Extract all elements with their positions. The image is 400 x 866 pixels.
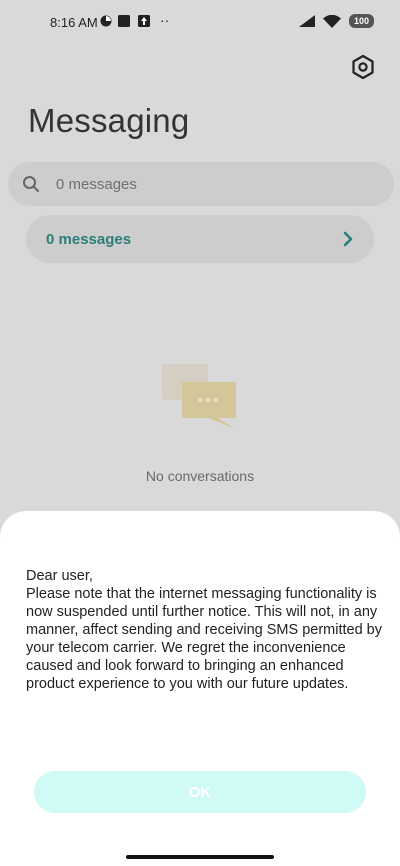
dialog-greeting: Dear user, — [26, 568, 93, 584]
settings-icon[interactable] — [350, 54, 376, 80]
upload-notification-icon — [138, 15, 150, 27]
home-indicator[interactable] — [126, 855, 274, 859]
dialog-body: Please note that the internet messaging … — [26, 586, 382, 692]
signal-icon — [298, 15, 315, 27]
page-title: Messaging — [28, 102, 190, 139]
more-notifications-icon: ·· — [160, 12, 170, 28]
status-right: 100 — [298, 14, 374, 28]
status-bar: 8:16 AM ·· 100 — [0, 0, 400, 44]
search-input[interactable]: 0 messages — [8, 162, 394, 206]
empty-state-text: No conversations — [145, 468, 255, 484]
folder-label: 0 messages — [46, 231, 132, 248]
status-time: 8:16 AM — [50, 15, 98, 30]
search-icon — [23, 176, 39, 192]
chevron-right-icon — [343, 231, 353, 247]
dialog-message: Dear user, Please note that the internet… — [26, 567, 386, 693]
search-placeholder: 0 messages — [56, 176, 137, 193]
empty-conversations-icon — [162, 364, 236, 428]
notice-dialog: Dear user, Please note that the internet… — [0, 511, 400, 866]
data-saver-icon — [100, 15, 112, 27]
wifi-icon — [322, 14, 341, 28]
app-notification-icon — [118, 15, 130, 27]
battery-indicator: 100 — [348, 14, 374, 28]
ok-button[interactable]: OK — [34, 771, 366, 813]
messages-folder-row[interactable]: 0 messages — [26, 215, 374, 263]
